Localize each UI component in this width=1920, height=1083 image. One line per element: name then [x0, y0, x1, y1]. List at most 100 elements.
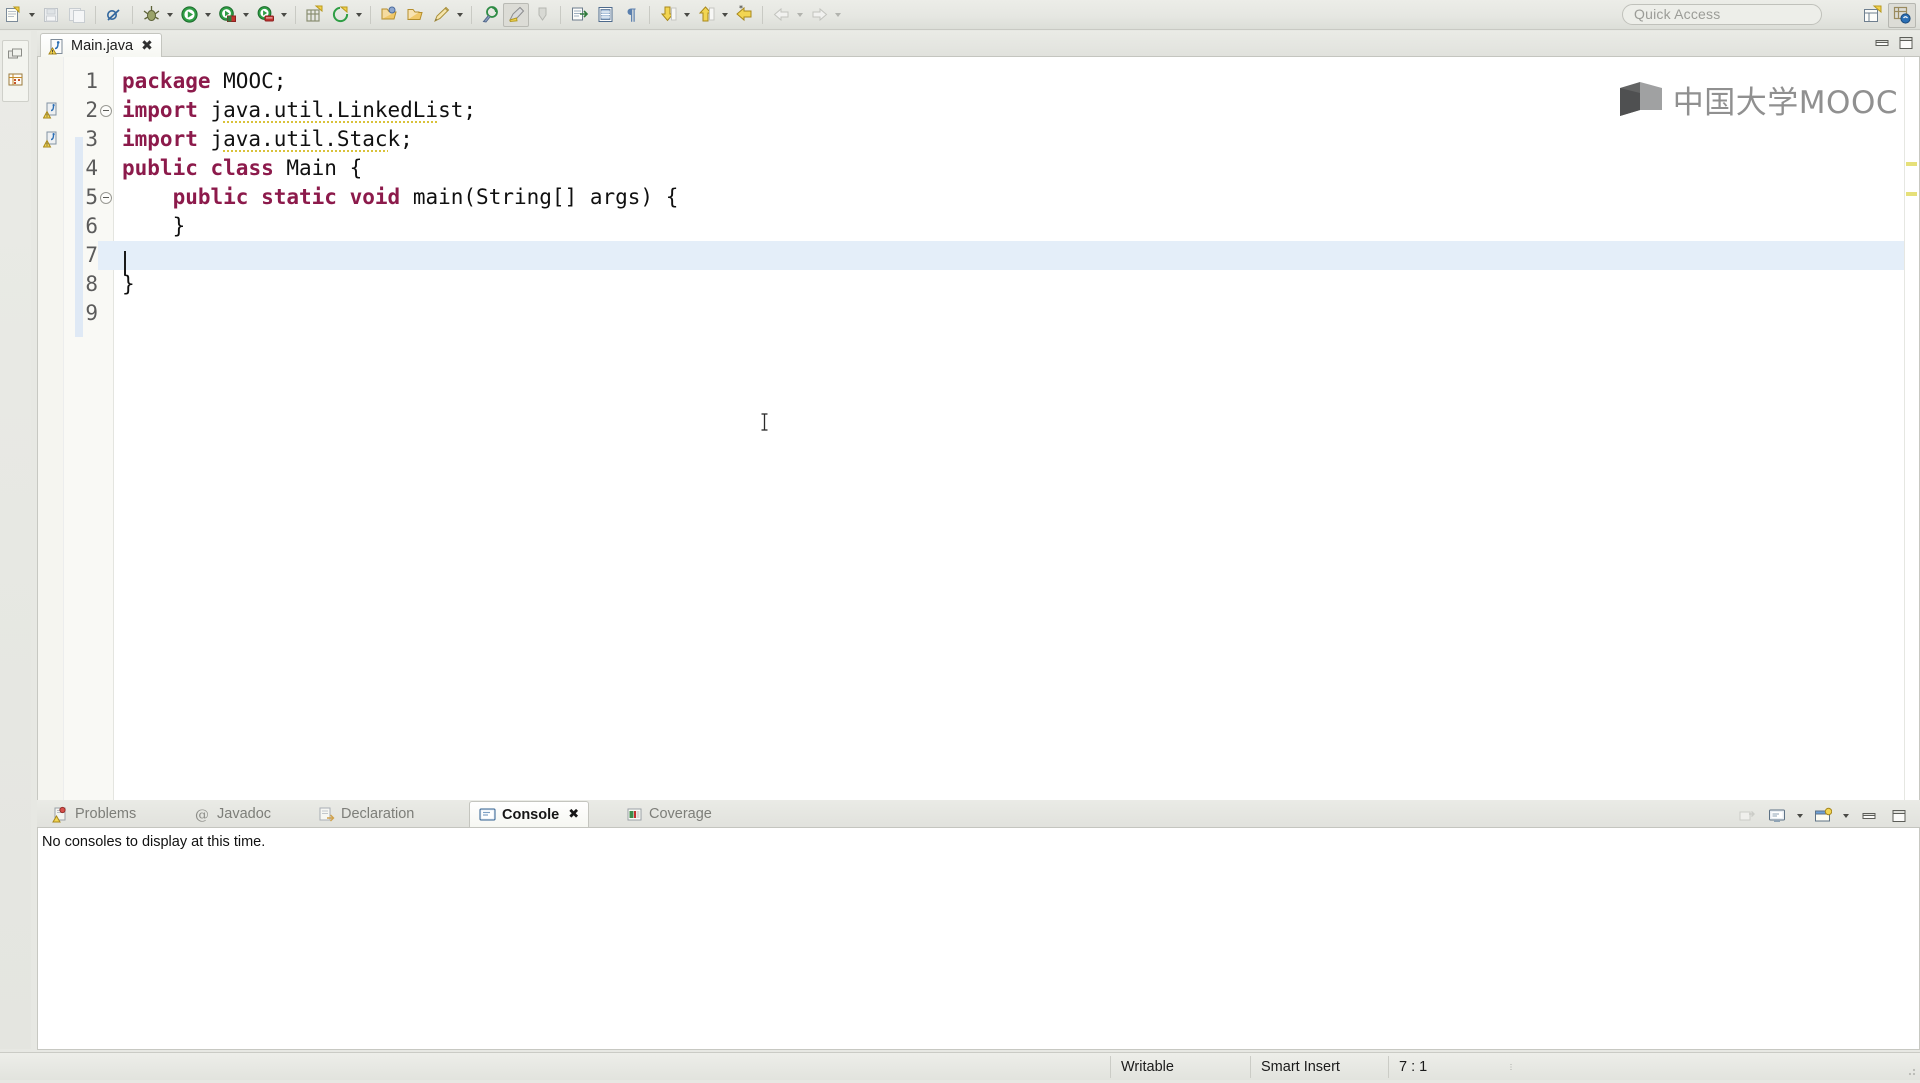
- forward-button[interactable]: [806, 3, 832, 27]
- run-button[interactable]: [176, 3, 202, 27]
- overview-ruler[interactable]: [1904, 57, 1919, 822]
- save-button[interactable]: [38, 3, 64, 27]
- bottom-tab-javadoc[interactable]: @ Javadoc: [185, 801, 280, 827]
- editor-tab-close-button[interactable]: ✖: [141, 39, 153, 53]
- bottom-tab-close-button[interactable]: ✖: [568, 807, 579, 822]
- package-explorer-icon: [7, 46, 24, 63]
- open-console-button[interactable]: [1810, 804, 1836, 828]
- clear-console-icon: [1738, 807, 1756, 825]
- back-button[interactable]: [768, 3, 794, 27]
- debug-button[interactable]: [138, 3, 164, 27]
- console-view[interactable]: No consoles to display at this time.: [37, 828, 1920, 1050]
- open-console-dropdown[interactable]: [1840, 804, 1852, 828]
- external-tools-button[interactable]: [252, 3, 278, 27]
- open-perspective-icon: [1862, 5, 1883, 26]
- window-resize-grip[interactable]: [1902, 1062, 1918, 1078]
- status-overflow-handle[interactable]: [1500, 1056, 1522, 1078]
- new-editor-button[interactable]: [566, 3, 592, 27]
- highlight-marker-button[interactable]: [503, 3, 529, 27]
- folding-gutter[interactable]: [98, 57, 114, 822]
- last-edit-location-icon: *: [735, 5, 754, 24]
- editor-minimize-button[interactable]: [1874, 35, 1890, 51]
- line-number: 4: [64, 154, 98, 183]
- quick-access-input[interactable]: Quick Access: [1622, 4, 1822, 25]
- new-package-button[interactable]: [327, 3, 353, 27]
- code-line[interactable]: [122, 241, 1920, 270]
- save-all-button[interactable]: [64, 3, 90, 27]
- editor-maximize-button[interactable]: [1898, 35, 1914, 51]
- next-annotation-button[interactable]: [655, 3, 681, 27]
- marker-gutter[interactable]: [38, 57, 64, 822]
- back-arrow-icon: [772, 5, 791, 24]
- run-dropdown[interactable]: [202, 3, 214, 27]
- line-number: 9: [64, 299, 98, 328]
- bottom-tab-declaration[interactable]: Declaration: [309, 801, 423, 827]
- new-package-dropdown[interactable]: [353, 3, 365, 27]
- forward-dropdown[interactable]: [832, 3, 844, 27]
- warning-marker-icon[interactable]: [43, 131, 60, 148]
- perspective-java-button[interactable]: [1888, 3, 1916, 28]
- last-edit-location-button[interactable]: *: [731, 3, 757, 27]
- search-button[interactable]: [477, 3, 503, 27]
- open-type-button[interactable]: [376, 3, 402, 27]
- code-line[interactable]: public static void main(String[] args) {: [122, 183, 1920, 212]
- bottom-tab-problems[interactable]: Problems: [43, 801, 145, 827]
- open-task-button[interactable]: [402, 3, 428, 27]
- bottom-tab-console[interactable]: Console✖: [469, 801, 589, 827]
- overview-warning-marker[interactable]: [1906, 162, 1917, 166]
- restore-package-explorer-button[interactable]: [7, 46, 24, 63]
- previous-annotation-dropdown[interactable]: [719, 3, 731, 27]
- code-line[interactable]: public class Main {: [122, 154, 1920, 183]
- next-annotation-dropdown[interactable]: [681, 3, 693, 27]
- svg-text:*: *: [739, 5, 743, 13]
- status-cursor-position: 7 : 1: [1388, 1056, 1508, 1078]
- code-editor[interactable]: 1package MOOC;2import java.util.LinkedLi…: [37, 57, 1920, 823]
- bottom-tab-label: Javadoc: [217, 806, 271, 822]
- toolbar-group-file: [0, 2, 101, 28]
- external-tools-icon: [256, 5, 275, 24]
- forward-arrow-icon: [810, 5, 829, 24]
- book-logo-icon: [1618, 80, 1664, 120]
- overview-warning-marker[interactable]: [1906, 192, 1917, 196]
- new-java-project-button[interactable]: [301, 3, 327, 27]
- svg-text:@: @: [195, 807, 209, 823]
- editor-tab-main-java[interactable]: Main.java ✖: [40, 33, 162, 58]
- restore-outline-button[interactable]: [7, 71, 24, 88]
- coverage-dropdown[interactable]: [240, 3, 252, 27]
- new-annotation-dropdown[interactable]: [454, 3, 466, 27]
- external-tools-dropdown[interactable]: [278, 3, 290, 27]
- debug-dropdown[interactable]: [164, 3, 176, 27]
- bottom-tab-label: Declaration: [341, 806, 414, 822]
- clear-console-button[interactable]: [1734, 804, 1760, 828]
- line-number: 5: [64, 183, 98, 212]
- toggle-mark-occurrences-button[interactable]: [529, 3, 555, 27]
- new-wizard-dropdown[interactable]: [26, 3, 38, 27]
- code-line[interactable]: }: [122, 212, 1920, 241]
- new-wizard-button[interactable]: [0, 3, 26, 27]
- back-dropdown[interactable]: [794, 3, 806, 27]
- new-annotation-button[interactable]: [428, 3, 454, 27]
- show-whitespace-button[interactable]: ¶: [618, 3, 644, 27]
- code-keyword: package: [122, 69, 211, 93]
- fold-collapse-icon[interactable]: [100, 192, 112, 204]
- code-line[interactable]: [122, 299, 1920, 328]
- display-console-dropdown[interactable]: [1794, 804, 1806, 828]
- run-play-icon: [180, 5, 199, 24]
- warning-marker-icon[interactable]: [43, 102, 60, 119]
- code-text: }: [122, 272, 135, 296]
- bottom-tab-label: Coverage: [649, 806, 712, 822]
- toggle-block-selection-button[interactable]: [592, 3, 618, 27]
- code-line[interactable]: }: [122, 270, 1920, 299]
- skip-all-breakpoints-button[interactable]: [101, 3, 127, 27]
- bottom-tab-coverage[interactable]: Coverage: [617, 801, 721, 827]
- previous-annotation-button[interactable]: [693, 3, 719, 27]
- mark-occurrences-icon: [533, 5, 552, 24]
- code-line[interactable]: import java.util.Stack;: [122, 125, 1920, 154]
- maximize-panel-button[interactable]: [1886, 804, 1912, 828]
- display-selected-console-button[interactable]: [1764, 804, 1790, 828]
- fold-collapse-icon[interactable]: [100, 105, 112, 117]
- minimize-panel-button[interactable]: [1856, 804, 1882, 828]
- line-number: 7: [64, 241, 98, 270]
- open-perspective-button[interactable]: [1858, 3, 1886, 28]
- coverage-button[interactable]: [214, 3, 240, 27]
